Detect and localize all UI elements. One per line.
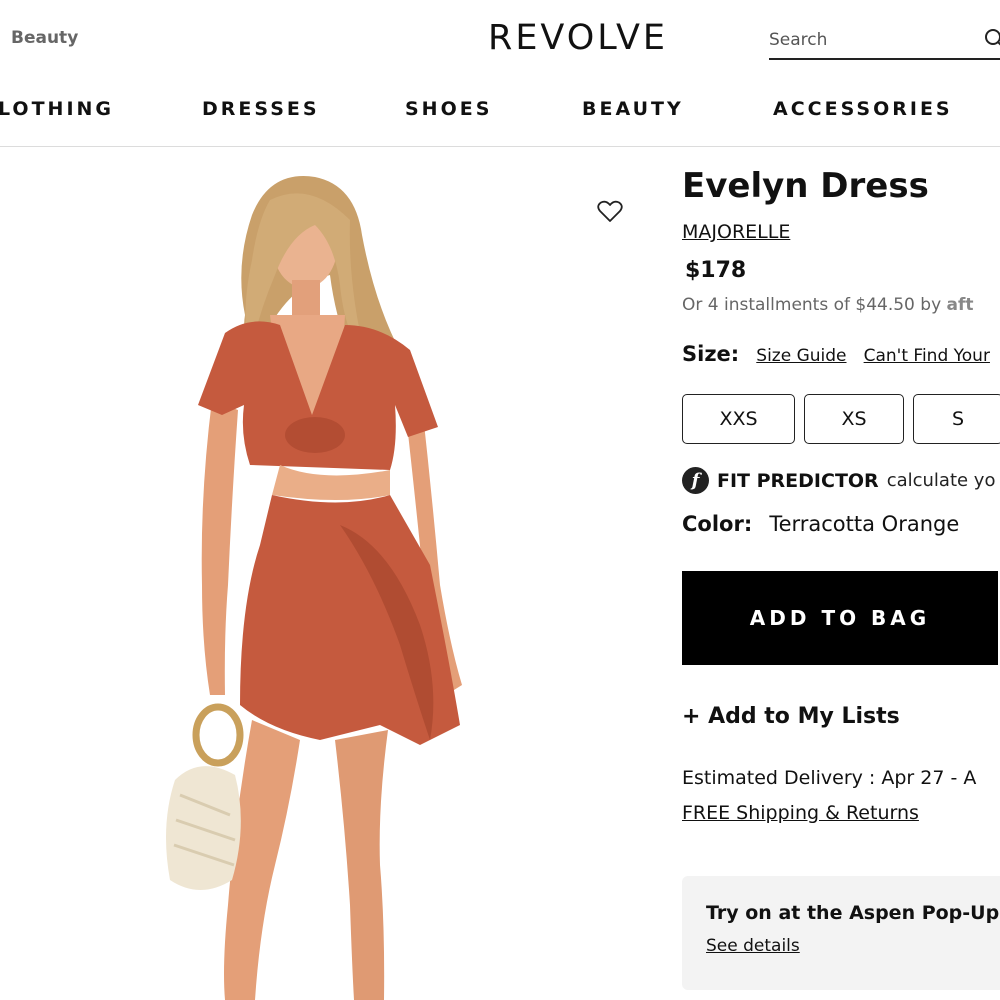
nav-item-accessories[interactable]: ACCESSORIES [773,98,953,120]
nav-item-shoes[interactable]: SHOES [405,98,492,120]
search-bar [769,26,1000,60]
color-label: Color: [682,512,753,536]
header-divider [0,146,1000,147]
cant-find-size-link[interactable]: Can't Find Your [864,346,990,366]
color-value: Terracotta Orange [769,512,960,536]
search-input[interactable] [769,26,969,54]
main-nav: LOTHING DRESSES SHOES BEAUTY ACCESSORIES [0,98,1000,128]
header-beauty-link[interactable]: Beauty [11,28,78,48]
size-option-s[interactable]: S [913,394,1000,444]
installments-text: Or 4 installments of $44.50 by [682,295,942,315]
nav-item-beauty[interactable]: BEAUTY [582,98,684,120]
size-label: Size: [682,342,740,366]
fit-predictor-icon: f [682,467,709,494]
free-shipping-link[interactable]: FREE Shipping & Returns [682,802,919,824]
fit-predictor-text: calculate yo [886,470,996,491]
fit-predictor[interactable]: f FIT PREDICTOR calculate yo [682,467,995,494]
product-image[interactable] [140,165,520,1000]
size-guide-link[interactable]: Size Guide [756,346,846,366]
see-details-link[interactable]: See details [706,936,800,956]
heart-outline-icon[interactable] [597,200,623,224]
search-icon[interactable] [984,28,1000,50]
add-to-bag-button[interactable]: ADD TO BAG [682,571,998,665]
color-row: Color: Terracotta Orange [682,512,959,536]
afterpay-logo[interactable]: aft [947,295,974,315]
popup-store-title: Try on at the Aspen Pop-Up [706,902,1000,924]
brand-link[interactable]: MAJORELLE [682,221,790,243]
estimated-delivery: Estimated Delivery : Apr 27 - A [682,767,977,789]
size-option-xs[interactable]: XS [804,394,904,444]
popup-store-box: Try on at the Aspen Pop-Up See details [682,876,1000,990]
product-title: Evelyn Dress [682,166,929,206]
product-price: $178 [685,258,747,283]
add-to-lists-button[interactable]: + Add to My Lists [682,704,900,729]
size-option-xxs[interactable]: XXS [682,394,795,444]
fit-predictor-label: FIT PREDICTOR [717,469,879,492]
installments-info: Or 4 installments of $44.50 by aft [682,295,974,315]
revolve-logo[interactable]: REVOLVE [488,18,668,58]
nav-item-clothing[interactable]: LOTHING [0,98,114,120]
size-row: Size: Size Guide Can't Find Your [682,342,990,366]
nav-item-dresses[interactable]: DRESSES [202,98,320,120]
